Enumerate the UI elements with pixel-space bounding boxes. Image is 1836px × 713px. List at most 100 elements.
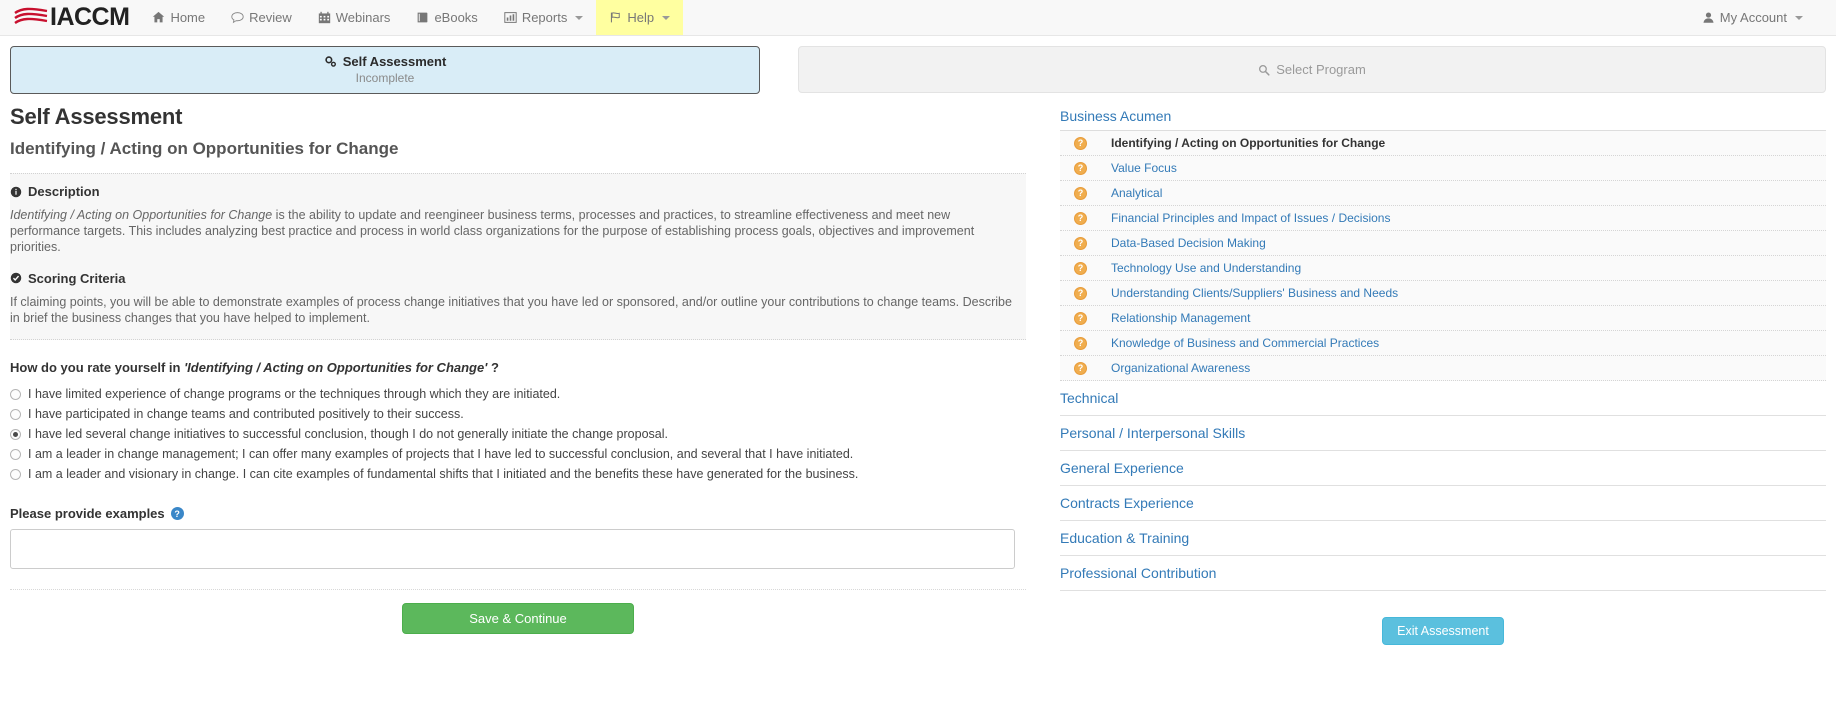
rating-question: How do you rate yourself in 'Identifying…	[10, 360, 1026, 375]
sidebar-group-education-and-training[interactable]: Education & Training	[1060, 521, 1826, 556]
nav-item-help[interactable]: Help	[596, 0, 684, 35]
question-badge-icon: ?	[1074, 161, 1087, 175]
examples-input[interactable]	[10, 529, 1015, 570]
question-badge-icon: ?	[1074, 136, 1087, 150]
question-badge-icon: ?	[1074, 186, 1087, 200]
rating-question-suffix: ?	[487, 360, 499, 376]
rating-option-label: I am a leader in change management; I ca…	[28, 447, 854, 462]
calendar-icon	[318, 11, 331, 24]
question-badge-icon: ?	[1074, 211, 1087, 225]
chevron-down-icon	[575, 15, 584, 20]
sidebar-item-label: Identifying / Acting on Opportunities fo…	[1111, 136, 1386, 150]
top-navbar: IACCM Home Review Webinars eBooks Report…	[0, 0, 1836, 36]
nav-item-review-label: Review	[249, 10, 292, 25]
chart-bar-icon	[504, 11, 517, 24]
save-zone: Save & Continue	[10, 589, 1026, 635]
sidebar-item-label: Analytical	[1111, 186, 1163, 200]
sidebar-item-label: Understanding Clients/Suppliers' Busines…	[1111, 286, 1399, 300]
my-account-menu[interactable]: My Account	[1689, 0, 1816, 35]
check-circle-icon	[10, 272, 22, 284]
sidebar-item-identifying-acting-on-opportunities-for-change[interactable]: ? Identifying / Acting on Opportunities …	[1060, 131, 1826, 156]
sidebar-group-general-experience[interactable]: General Experience	[1060, 451, 1826, 486]
question-badge-icon: ?	[1074, 261, 1087, 275]
sidebar-group-technical[interactable]: Technical	[1060, 381, 1826, 416]
user-icon	[1702, 11, 1715, 24]
sidebar-item-technology-use-and-understanding[interactable]: ? Technology Use and Understanding	[1060, 256, 1826, 281]
flag-icon	[609, 11, 622, 24]
chevron-down-icon	[662, 15, 671, 20]
sidebar-item-understanding-clients-suppliers-business-and-needs[interactable]: ? Understanding Clients/Suppliers' Busin…	[1060, 281, 1826, 306]
page-title: Self Assessment	[10, 104, 183, 129]
search-icon	[1258, 64, 1270, 76]
description-heading: Description	[28, 184, 100, 199]
sidebar-item-relationship-management[interactable]: ? Relationship Management	[1060, 306, 1826, 331]
waves-logo-icon	[14, 7, 48, 29]
question-badge-icon: ?	[1074, 336, 1087, 350]
book-icon	[416, 11, 429, 24]
exit-assessment-button[interactable]: Exit Assessment	[1382, 617, 1504, 645]
nav-item-ebooks[interactable]: eBooks	[403, 0, 490, 35]
page-body: Self Assessment Identifying / Acting on …	[0, 94, 1836, 645]
rating-option[interactable]: I am a leader and visionary in change. I…	[10, 464, 1026, 484]
question-badge-icon: ?	[1074, 361, 1087, 375]
info-circle-icon	[10, 186, 22, 198]
gears-icon	[324, 55, 337, 68]
sidebar-item-label: Knowledge of Business and Commercial Pra…	[1111, 336, 1380, 350]
radio-icon[interactable]	[10, 389, 21, 401]
rating-option[interactable]: I have participated in change teams and …	[10, 404, 1026, 424]
nav-item-reports[interactable]: Reports	[491, 0, 597, 35]
scoring-heading: Scoring Criteria	[28, 270, 126, 286]
sidebar-item-organizational-awareness[interactable]: ? Organizational Awareness	[1060, 356, 1826, 381]
sidebar-group-personal-interpersonal-skills[interactable]: Personal / Interpersonal Skills	[1060, 416, 1826, 451]
rating-option[interactable]: I have led several change initiatives to…	[10, 424, 1026, 444]
sidebar-group-professional-contribution[interactable]: Professional Contribution	[1060, 556, 1826, 591]
tab-self-assessment[interactable]: Self Assessment Incomplete	[10, 46, 760, 94]
sidebar-item-label: Organizational Awareness	[1111, 361, 1251, 375]
sidebar-group-contracts-experience[interactable]: Contracts Experience	[1060, 486, 1826, 521]
my-account-label: My Account	[1719, 10, 1787, 25]
rating-question-prefix: How do you rate yourself in	[10, 360, 185, 376]
description-heading-row: Description	[10, 184, 1014, 199]
nav-item-review[interactable]: Review	[218, 0, 305, 35]
tabs-row: Self Assessment Incomplete Select Progra…	[0, 36, 1836, 94]
rating-option-label: I have limited experience of change prog…	[28, 387, 561, 402]
sidebar-item-value-focus[interactable]: ? Value Focus	[1060, 156, 1826, 181]
rating-question-emphasis: 'Identifying / Acting on Opportunities f…	[184, 360, 488, 376]
assessment-column: Self Assessment Identifying / Acting on …	[10, 94, 1026, 645]
nav-item-home-label: Home	[170, 10, 206, 25]
sidebar-item-knowledge-of-business-and-commercial-practices[interactable]: ? Knowledge of Business and Commercial P…	[1060, 331, 1826, 356]
sidebar-item-financial-principles[interactable]: ? Financial Principles and Impact of Iss…	[1060, 206, 1826, 231]
sidebar-item-analytical[interactable]: ? Analytical	[1060, 181, 1826, 206]
sidebar-group-business-acumen[interactable]: Business Acumen	[1060, 104, 1826, 131]
radio-icon[interactable]	[10, 409, 21, 421]
rating-option[interactable]: I am a leader in change management; I ca…	[10, 444, 1026, 464]
nav-item-reports-label: Reports	[521, 10, 568, 25]
radio-icon-selected[interactable]	[10, 429, 21, 441]
radio-icon[interactable]	[10, 449, 21, 461]
brand-logo[interactable]: IACCM	[0, 0, 139, 35]
nav-item-ebooks-label: eBooks	[434, 10, 478, 25]
rating-options: I have limited experience of change prog…	[10, 384, 1026, 484]
scoring-body: If claiming points, you will be able to …	[10, 294, 1012, 325]
sidebar-item-label: Value Focus	[1111, 161, 1177, 175]
examples-label: Please provide examples	[10, 506, 165, 522]
tab-self-assessment-label: Self Assessment	[342, 54, 447, 69]
radio-icon[interactable]	[10, 469, 21, 481]
question-badge-icon: ?	[1074, 286, 1087, 300]
comment-icon	[231, 11, 244, 24]
save-and-continue-button[interactable]: Save & Continue	[402, 603, 634, 635]
sidebar-item-data-based-decision-making[interactable]: ? Data-Based Decision Making	[1060, 231, 1826, 256]
nav-item-webinars[interactable]: Webinars	[305, 0, 404, 35]
nav-item-home[interactable]: Home	[139, 0, 218, 35]
rating-option-label: I am a leader and visionary in change. I…	[28, 467, 859, 482]
exit-zone: Exit Assessment	[1060, 617, 1826, 645]
home-icon	[152, 11, 165, 24]
rating-option[interactable]: I have limited experience of change prog…	[10, 384, 1026, 404]
tab-select-program[interactable]: Select Program	[798, 46, 1826, 93]
question-circle-icon[interactable]: ?	[170, 507, 184, 521]
chevron-down-icon	[1795, 15, 1803, 20]
rating-option-label: I have led several change initiatives to…	[28, 427, 668, 442]
scoring-heading-row: Scoring Criteria	[10, 271, 1014, 286]
description-body: Identifying / Acting on Opportunities fo…	[10, 208, 1014, 256]
sidebar-item-label: Technology Use and Understanding	[1111, 261, 1302, 275]
